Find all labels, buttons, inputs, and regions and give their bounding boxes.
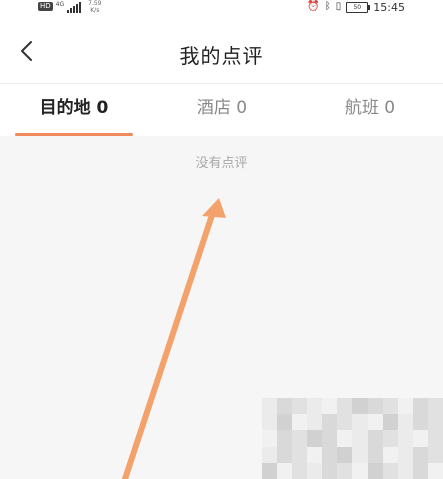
annotation-arrow-line [121, 209, 216, 479]
annotation-arrow-head [202, 198, 226, 218]
annotation-arrow-overlay [121, 198, 226, 479]
